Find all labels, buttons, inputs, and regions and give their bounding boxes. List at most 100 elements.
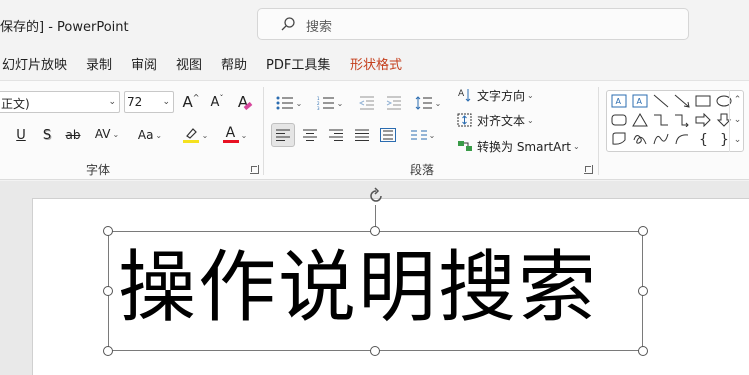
- tab-help[interactable]: 帮助: [221, 54, 247, 73]
- shrink-font-button[interactable]: Aˇ: [206, 92, 228, 112]
- chevron-down-icon: ⌄: [108, 97, 116, 107]
- strikethrough-button[interactable]: ab: [62, 125, 84, 145]
- decrease-indent-icon: [359, 96, 374, 110]
- chevron-down-icon: ⌄: [155, 130, 163, 140]
- underline-label: U: [16, 127, 26, 143]
- slide-text[interactable]: 操作说明搜索: [118, 238, 598, 338]
- ribbon-tabs: 幻灯片放映 录制 审阅 视图 帮助 PDF工具集 形状格式: [0, 50, 749, 76]
- underline-button[interactable]: U: [12, 125, 30, 145]
- justify-button[interactable]: [350, 123, 374, 147]
- tab-pdf-tools[interactable]: PDF工具集: [266, 54, 330, 73]
- font-name-combo[interactable]: 正文) ⌄: [0, 91, 120, 113]
- text-box-shape-icon[interactable]: A: [610, 93, 628, 109]
- decrease-indent-button[interactable]: [357, 93, 377, 113]
- shapes-gallery[interactable]: A A { }: [606, 90, 744, 152]
- align-right-button[interactable]: [324, 123, 348, 147]
- distributed-button[interactable]: [376, 123, 400, 147]
- arc-shape-icon[interactable]: [673, 131, 691, 147]
- resize-handle-right[interactable]: [638, 286, 648, 296]
- chevron-down-icon: ⌄: [201, 130, 209, 140]
- numbering-icon: 123: [317, 96, 334, 110]
- svg-text:A: A: [616, 97, 622, 106]
- character-spacing-button[interactable]: AV ⌄: [90, 123, 124, 145]
- gallery-down-button[interactable]: ⌄: [732, 111, 743, 129]
- resize-handle-top-right[interactable]: [638, 226, 648, 236]
- clear-formatting-button[interactable]: A: [232, 92, 254, 112]
- shadow-button[interactable]: S: [38, 125, 56, 145]
- svg-text:3: 3: [317, 106, 320, 110]
- highlight-color-button[interactable]: ⌄: [178, 124, 212, 146]
- shapes-gallery-scroll: ⌃ ⌄ ⌄: [729, 90, 744, 152]
- smartart-icon: [458, 141, 472, 151]
- text-direction-button[interactable]: A 文字方向 ⌄: [457, 85, 545, 105]
- tab-slideshow[interactable]: 幻灯片放映: [2, 54, 67, 73]
- resize-handle-bottom-left[interactable]: [103, 346, 113, 356]
- rectangle-shape-icon[interactable]: [694, 93, 712, 109]
- elbow-connector-shape-icon[interactable]: [652, 112, 670, 128]
- line-spacing-button[interactable]: ⌄: [410, 93, 446, 113]
- text-direction-label: 文字方向: [477, 88, 526, 103]
- resize-handle-bottom-right[interactable]: [638, 346, 648, 356]
- tab-record[interactable]: 录制: [86, 54, 112, 73]
- chevron-down-icon: ⌄: [572, 141, 580, 151]
- resize-handle-left[interactable]: [103, 286, 113, 296]
- change-case-button[interactable]: Aa ⌄: [132, 125, 168, 145]
- line-shape-icon[interactable]: [652, 93, 670, 109]
- scribble-shape-icon[interactable]: [631, 131, 649, 147]
- svg-text:A: A: [458, 89, 465, 99]
- grow-font-button[interactable]: A ^: [180, 92, 202, 112]
- increase-indent-button[interactable]: [384, 93, 404, 113]
- tab-shape-format[interactable]: 形状格式: [350, 54, 402, 73]
- rotate-handle-icon[interactable]: [366, 186, 386, 206]
- strikethrough-label: ab: [65, 128, 81, 142]
- tab-view[interactable]: 视图: [176, 54, 202, 73]
- resize-handle-top[interactable]: [370, 226, 380, 236]
- grow-font-label: A: [182, 93, 193, 111]
- triangle-shape-icon[interactable]: [631, 112, 649, 128]
- gallery-more-button[interactable]: ⌄: [732, 131, 743, 149]
- right-arrow-shape-icon[interactable]: [694, 112, 712, 128]
- font-name-value: 正文): [1, 97, 30, 111]
- rounded-rectangle-shape-icon[interactable]: [610, 112, 628, 128]
- font-color-label: A: [225, 125, 236, 141]
- title-bar: 保存的] - PowerPoint 搜索: [0, 0, 749, 46]
- resize-handle-bottom[interactable]: [370, 346, 380, 356]
- shadow-label: S: [42, 127, 52, 143]
- columns-button[interactable]: ⌄: [406, 123, 440, 147]
- bullets-button[interactable]: ⌄: [272, 93, 306, 113]
- convert-smartart-label: 转换为 SmartArt: [477, 139, 571, 154]
- curve-shape-icon[interactable]: [652, 131, 670, 147]
- svg-text:A: A: [637, 97, 643, 106]
- gallery-up-button[interactable]: ⌃: [732, 91, 743, 109]
- resize-handle-top-left[interactable]: [103, 226, 113, 236]
- search-input[interactable]: 搜索: [257, 8, 689, 40]
- font-color-swatch: [222, 140, 239, 143]
- freeform-shape-icon[interactable]: [610, 131, 628, 147]
- paragraph-group-label: 段落: [410, 163, 435, 177]
- font-dialog-launcher[interactable]: [250, 165, 259, 174]
- window-title: 保存的] - PowerPoint: [0, 20, 129, 35]
- align-left-button[interactable]: [271, 123, 295, 147]
- chevron-down-icon: ⌄: [240, 130, 248, 140]
- align-center-button[interactable]: [298, 123, 322, 147]
- numbering-button[interactable]: 123 ⌄: [313, 93, 347, 113]
- convert-smartart-button[interactable]: 转换为 SmartArt ⌄: [457, 136, 585, 156]
- tab-review[interactable]: 审阅: [131, 54, 157, 73]
- paragraph-dialog-launcher[interactable]: [584, 165, 593, 174]
- vertical-text-box-shape-icon[interactable]: A: [631, 93, 649, 109]
- line-spacing-icon: [415, 96, 432, 110]
- font-size-combo[interactable]: 72 ⌄: [124, 91, 174, 113]
- svg-text:{: {: [699, 132, 708, 146]
- elbow-arrow-shape-icon[interactable]: [673, 112, 691, 128]
- distributed-icon: [380, 128, 396, 142]
- bullets-icon: [276, 96, 293, 110]
- align-text-button[interactable]: 对齐文本 ⌄: [457, 110, 545, 130]
- svg-text:}: }: [720, 132, 729, 146]
- chevron-down-icon: ⌄: [527, 115, 534, 125]
- arrow-line-shape-icon[interactable]: [673, 93, 691, 109]
- align-center-icon: [303, 129, 317, 141]
- left-brace-shape-icon[interactable]: {: [694, 131, 712, 147]
- font-color-button[interactable]: A ⌄: [218, 124, 252, 146]
- chevron-down-icon: ⌄: [112, 129, 120, 139]
- font-size-value: 72: [127, 95, 143, 109]
